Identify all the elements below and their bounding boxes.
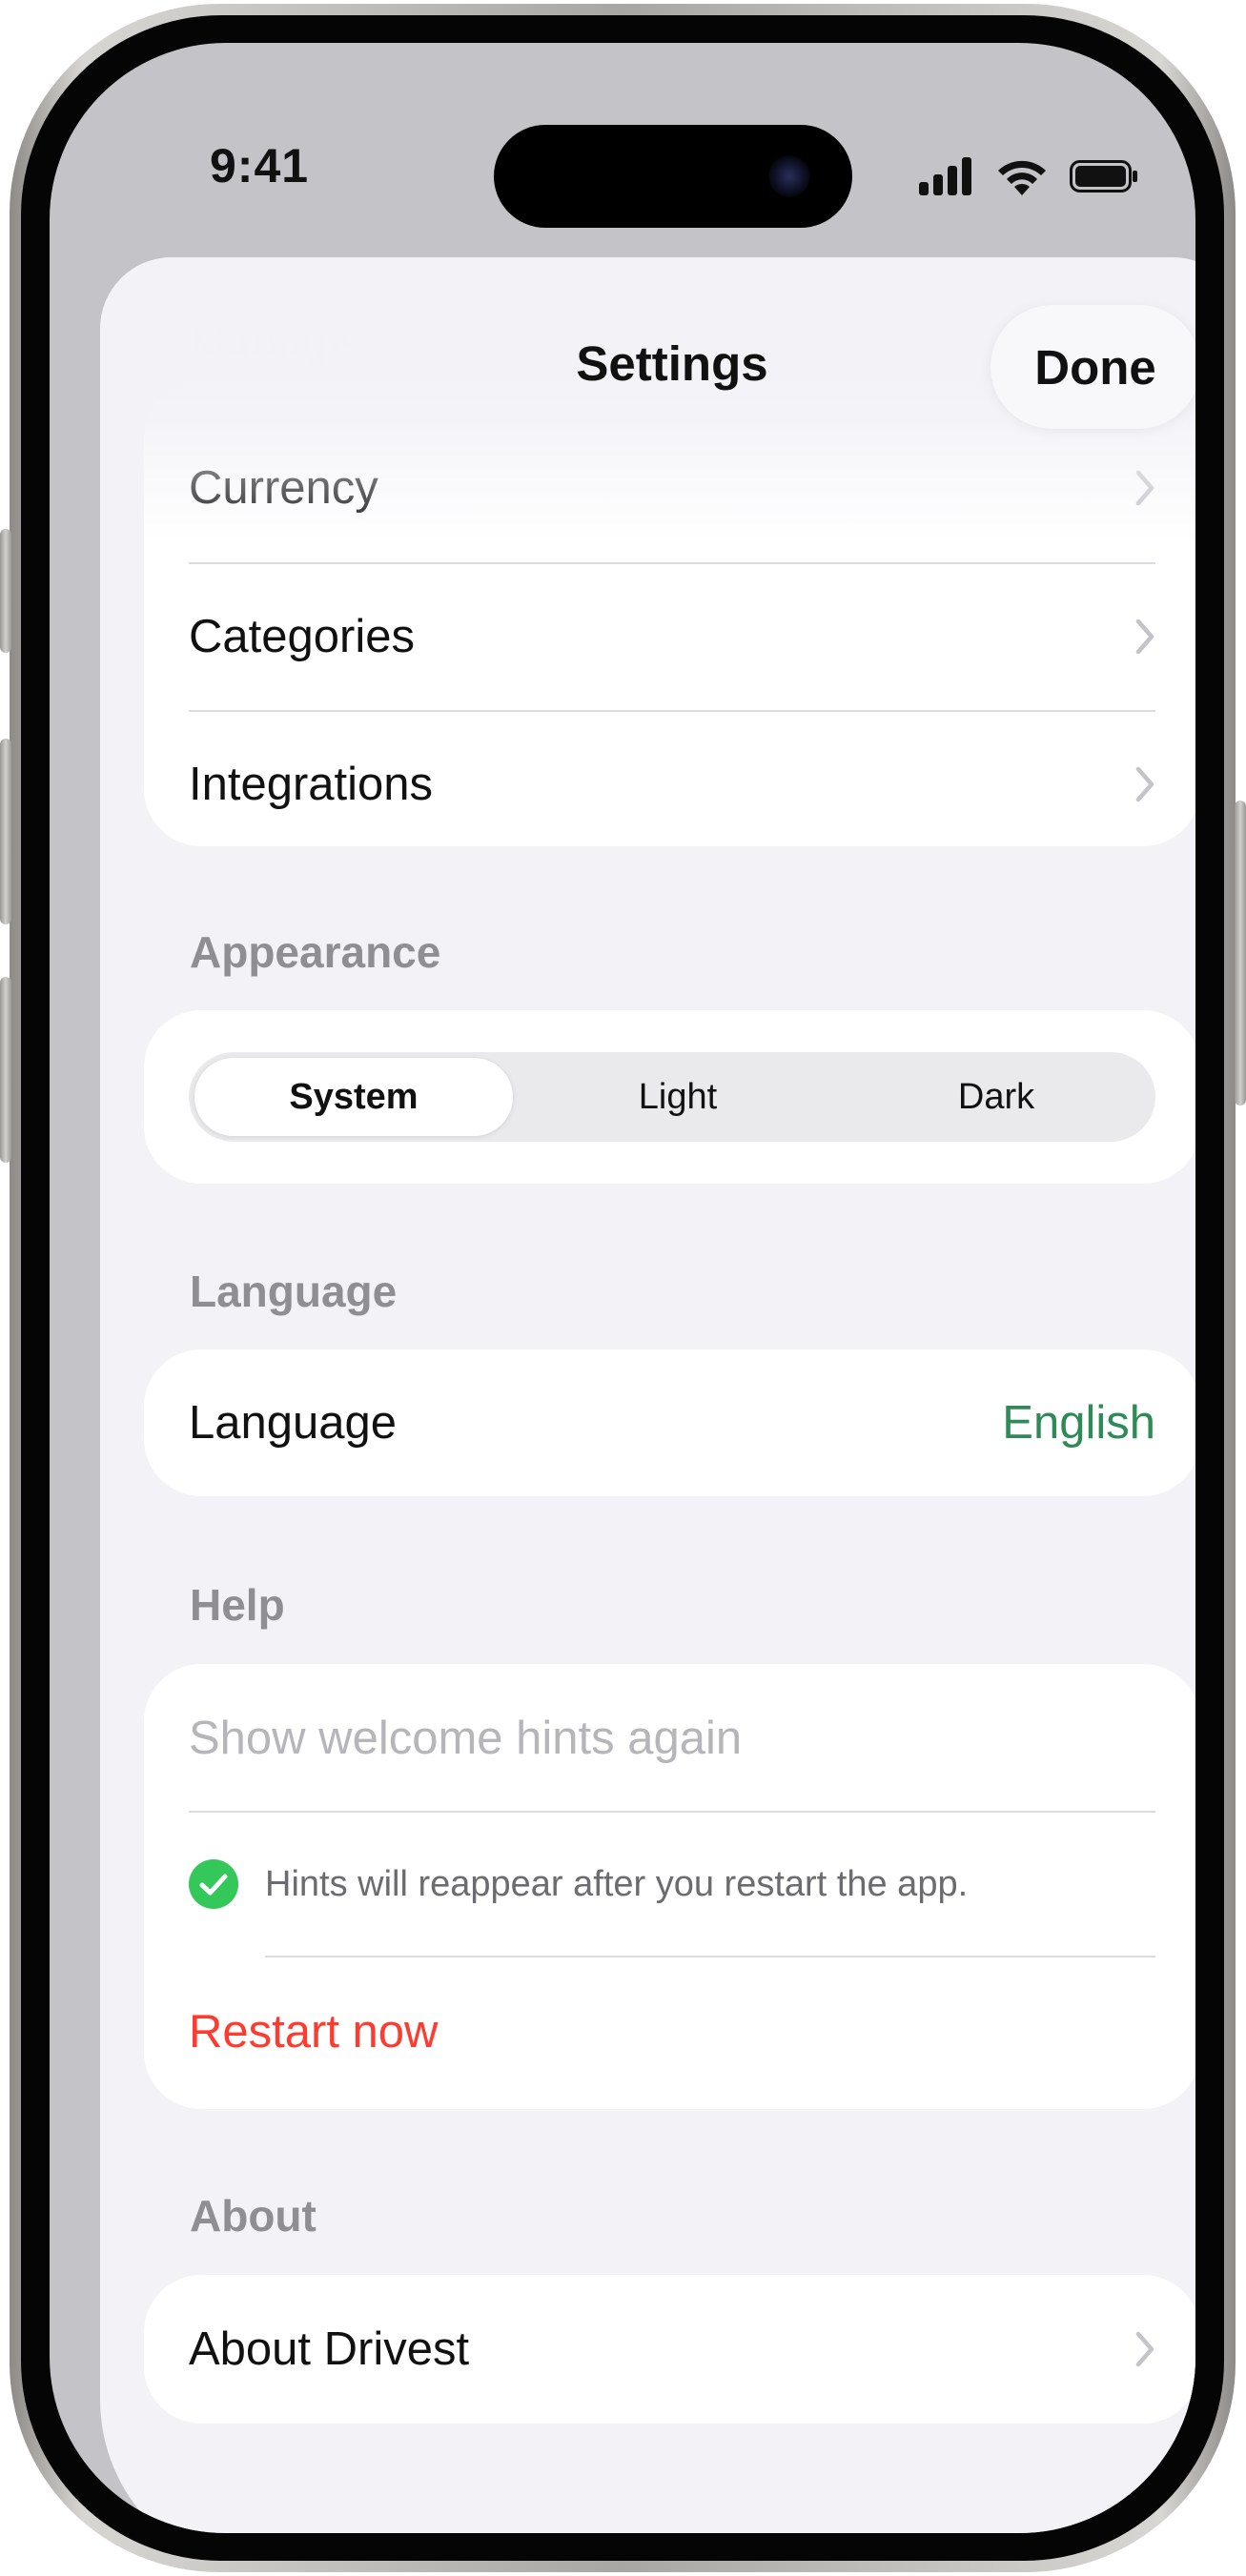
hints-confirmation-text: Hints will reappear after you restart th… — [265, 1863, 969, 1904]
segment-system[interactable]: System — [194, 1058, 513, 1136]
about-section-header: About — [190, 2191, 317, 2241]
about-card: About Drivest — [144, 2275, 1195, 2424]
battery-icon — [1070, 160, 1137, 193]
restart-now-button[interactable]: Restart now — [189, 2005, 438, 2059]
wifi-icon — [998, 160, 1046, 195]
language-section-header: Language — [190, 1267, 398, 1316]
segment-dark[interactable]: Dark — [837, 1052, 1155, 1142]
language-row[interactable]: Language English — [189, 1349, 1155, 1496]
appearance-segmented-control: System Light Dark — [189, 1052, 1155, 1142]
about-label: About Drivest — [189, 2323, 470, 2375]
appearance-card: System Light Dark — [144, 1010, 1195, 1184]
integrations-label: Integrations — [189, 759, 434, 810]
settings-sheet: Manage Settings Done Currency Categories… — [100, 257, 1195, 2533]
language-label: Language — [189, 1397, 398, 1449]
currency-label: Currency — [189, 462, 378, 514]
appearance-section-header: Appearance — [190, 927, 441, 977]
volume-up-button — [0, 739, 11, 924]
dynamic-island — [494, 125, 852, 228]
currency-row[interactable]: Currency — [189, 414, 1155, 562]
cellular-signal-icon — [919, 157, 971, 195]
action-button — [0, 529, 11, 653]
show-hints-label: Show welcome hints again — [189, 1713, 743, 1764]
hints-confirmation-row: Hints will reappear after you restart th… — [189, 1813, 1155, 1956]
checkmark-circle-icon — [189, 1859, 238, 1909]
volume-down-button — [0, 977, 11, 1163]
segment-light[interactable]: Light — [519, 1052, 837, 1142]
integrations-row[interactable]: Integrations — [189, 710, 1155, 859]
status-time: 9:41 — [210, 139, 310, 193]
restart-row[interactable]: Restart now — [189, 1957, 1155, 2106]
chevron-right-icon — [1135, 2331, 1154, 2367]
manage-card: Currency Categories Integrations — [144, 381, 1195, 846]
front-camera-icon — [768, 155, 810, 197]
categories-label: Categories — [189, 611, 415, 662]
about-row[interactable]: About Drivest — [189, 2275, 1155, 2424]
power-button — [1235, 801, 1246, 1105]
chevron-right-icon — [1135, 766, 1154, 802]
done-button-overlay[interactable]: Done — [991, 305, 1195, 429]
categories-row[interactable]: Categories — [189, 562, 1155, 711]
chevron-right-icon — [1135, 619, 1154, 655]
help-card: Show welcome hints again Hints will reap… — [144, 1664, 1195, 2109]
help-section-header: Help — [190, 1580, 285, 1630]
chevron-right-icon — [1135, 470, 1154, 506]
language-value: English — [1002, 1397, 1155, 1449]
show-hints-row: Show welcome hints again — [189, 1664, 1155, 1813]
language-card: Language English — [144, 1349, 1195, 1496]
phone-screen: 9:41 Manage Settings Done Currency — [50, 43, 1195, 2533]
